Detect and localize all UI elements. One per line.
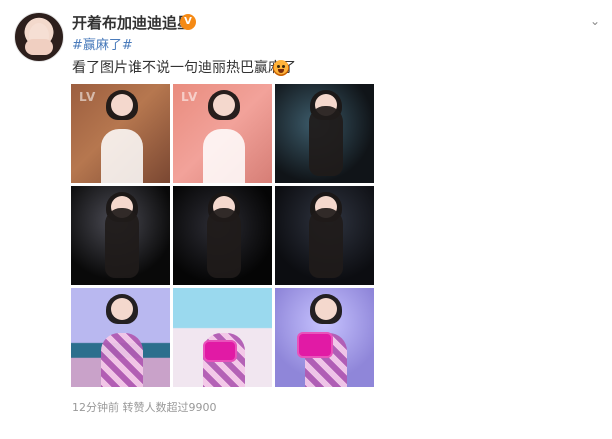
subject-outfit xyxy=(101,333,143,387)
pink-handbag xyxy=(203,340,237,362)
image-tile[interactable] xyxy=(275,288,374,387)
image-tile[interactable]: LV xyxy=(71,84,170,183)
subject-face xyxy=(213,94,235,116)
subject-face xyxy=(315,298,337,320)
surprised-emoji-icon xyxy=(273,60,289,76)
image-tile[interactable] xyxy=(275,186,374,285)
subject-face xyxy=(111,298,133,320)
image-tile[interactable] xyxy=(173,186,272,285)
subject-outfit xyxy=(309,208,343,278)
more-options-icon[interactable]: ⌄ xyxy=(588,14,602,28)
username[interactable]: 开着布加迪迪追星 xyxy=(72,12,192,34)
image-tile[interactable] xyxy=(71,288,170,387)
photo-watermark: LV xyxy=(79,90,97,104)
image-grid: LV LV xyxy=(71,84,375,388)
photo-watermark: LV xyxy=(181,90,199,104)
subject-outfit xyxy=(207,208,241,278)
subject-face xyxy=(111,94,133,116)
image-tile[interactable]: LV xyxy=(173,84,272,183)
pink-camera xyxy=(297,332,333,358)
subject-outfit xyxy=(105,208,139,278)
subject-outfit xyxy=(309,106,343,176)
weibo-post-card: 开着布加迪迪追星 V ⌄ #赢麻了# 看了图片谁不说一句迪丽热巴赢麻了 LV L… xyxy=(0,0,612,439)
post-meta: 12分钟前 转赞人数超过9900 xyxy=(72,401,217,414)
avatar-hand xyxy=(25,39,53,55)
image-tile[interactable] xyxy=(173,288,272,387)
user-avatar[interactable] xyxy=(14,12,64,62)
subject-outfit xyxy=(203,129,245,183)
image-tile[interactable] xyxy=(71,186,170,285)
post-text: 看了图片谁不说一句迪丽热巴赢麻了 xyxy=(72,60,296,76)
verified-badge-icon: V xyxy=(180,14,196,30)
subject-outfit xyxy=(101,129,143,183)
topic-hashtag[interactable]: #赢麻了# xyxy=(72,37,133,55)
image-tile[interactable] xyxy=(275,84,374,183)
